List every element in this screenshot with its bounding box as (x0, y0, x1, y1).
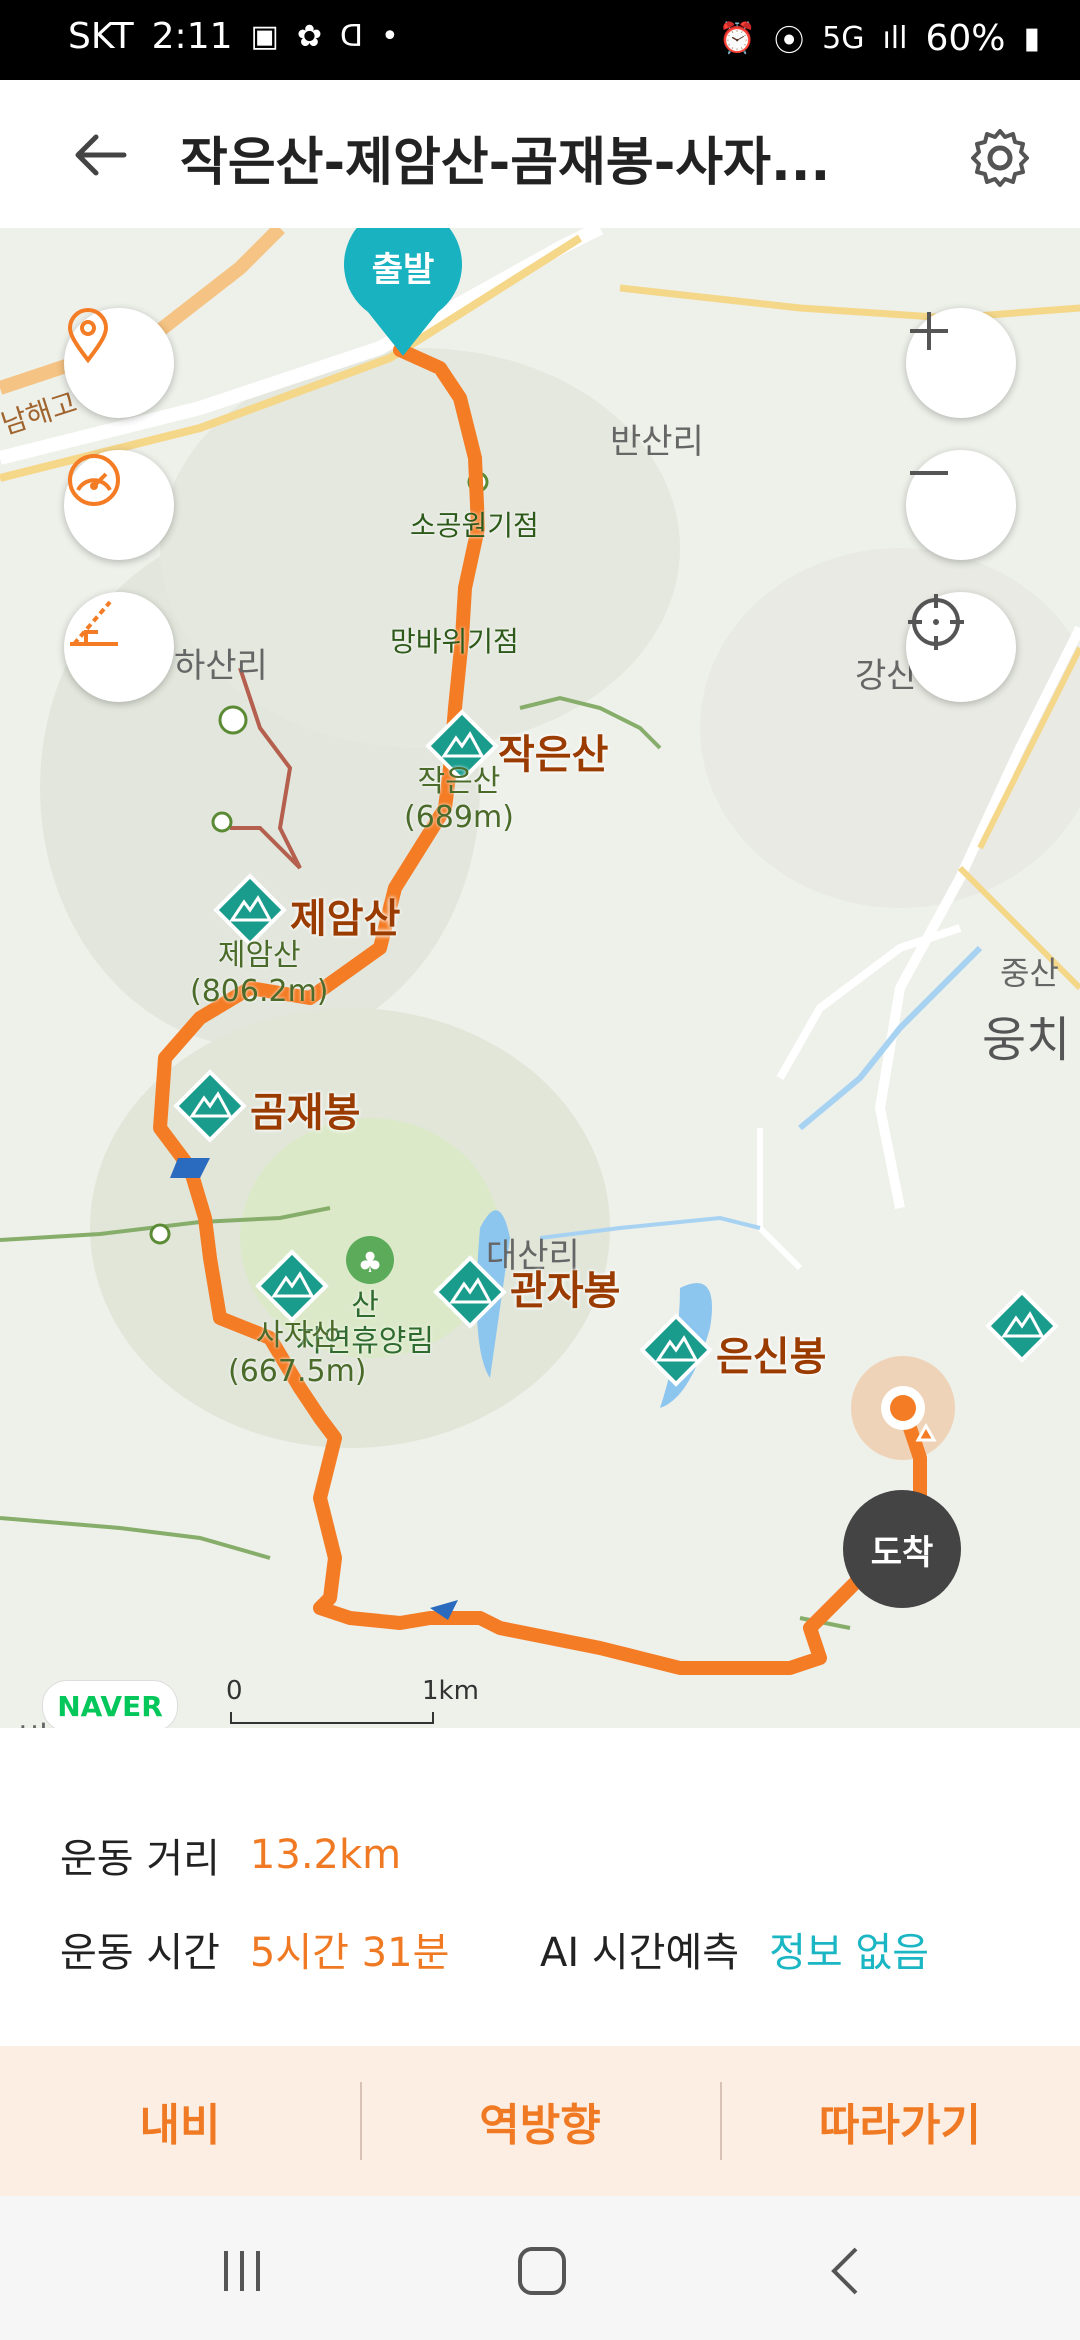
mountain-icon (639, 1313, 713, 1387)
navi-button[interactable]: 내비 (0, 2046, 360, 2196)
zoom-out-button[interactable] (906, 450, 1016, 560)
time-label: 운동 시간 (60, 1930, 220, 1976)
start-pin[interactable]: 출발 (344, 228, 462, 356)
place-label-hasanri: 하산리 (174, 646, 268, 686)
peak-label-eunsinbong: 은신봉 (716, 1334, 827, 1380)
ai-estimate-value: 정보 없음 (769, 1930, 929, 1976)
mountain-icon (433, 1255, 507, 1329)
battery-percent: 60% (925, 17, 1006, 59)
page-title: 작은산-제암산-곰재봉-사자... (180, 133, 831, 193)
reverse-button[interactable]: 역방향 (360, 2046, 720, 2196)
location-icon: ⦿ (774, 24, 805, 59)
peak-sub-jageunsan: 작은산 (689m) (404, 764, 514, 835)
gear-icon (971, 129, 1029, 187)
system-back-button[interactable] (786, 2226, 906, 2316)
time-value: 5시간 31분 (249, 1930, 450, 1976)
home-icon (518, 2247, 566, 2295)
battery-icon: ▮ (1023, 20, 1040, 56)
end-bubble[interactable]: 도착 (843, 1490, 961, 1608)
svg-text:♣: ♣ (357, 1246, 382, 1279)
mountain-icon (255, 1249, 329, 1323)
image-icon: ▣ (250, 19, 279, 54)
crosshair-icon (908, 594, 964, 650)
location-pin-icon (67, 308, 109, 364)
speedometer-icon (68, 454, 120, 506)
distance-value: 13.2km (249, 1832, 402, 1878)
waypoint-label-mangbawi: 망바위기점 (390, 625, 519, 658)
recent-apps-icon (224, 2251, 260, 2291)
distance-row: 운동 거리 13.2km (60, 1826, 401, 1884)
recent-apps-button[interactable] (182, 2226, 302, 2316)
d-app-icon: ᗡ (340, 19, 364, 54)
chevron-left-icon (831, 2247, 858, 2295)
back-arrow-icon (75, 134, 127, 176)
locate-me-button[interactable] (906, 592, 1016, 702)
mountain-icon (173, 1069, 247, 1143)
clock-label: 2:11 (151, 16, 233, 57)
peak-label-jageunsan: 작은산 (498, 732, 609, 778)
start-pin-label: 출발 (371, 250, 435, 290)
alarm-icon: ⏰ (718, 20, 757, 56)
time-row: 운동 시간 5시간 31분 (60, 1920, 449, 1978)
dot-icon: • (381, 19, 399, 54)
app-header: 작은산-제암산-곰재봉-사자... (0, 80, 1080, 229)
waypoint-label-sogong: 소공원기점 (410, 509, 539, 542)
status-bar: SKT 2:11 ▣ ✿ ᗡ • ⏰ ⦿ 5G ıll 60% ▮ (0, 0, 1080, 80)
elevation-profile-button[interactable] (64, 592, 174, 702)
my-location-pin-button[interactable] (64, 308, 174, 418)
scale-start-label: 0 (226, 1676, 243, 1706)
home-button[interactable] (482, 2226, 602, 2316)
system-nav-bar (0, 2196, 1080, 2340)
peak-label-gomjaebong: 곰재봉 (250, 1090, 361, 1136)
map-scale-bar: 0 1km (226, 1676, 479, 1726)
plus-icon (910, 312, 948, 350)
settings-button[interactable] (960, 118, 1040, 198)
carrier-label: SKT (68, 16, 134, 57)
minus-icon (910, 471, 948, 475)
distance-label: 운동 거리 (60, 1836, 220, 1882)
scale-line (230, 1712, 434, 1724)
peak-label-jeamsan: 제암산 (290, 896, 401, 942)
naver-logo: NAVER (42, 1680, 178, 1728)
elevation-icon (70, 600, 118, 646)
zoom-in-button[interactable] (906, 308, 1016, 418)
mountain-icon (213, 873, 287, 947)
place-label-ungchi: 웅치 (982, 1012, 1071, 1068)
ai-estimate-row: AI 시간예측 정보 없음 (540, 1920, 929, 1978)
mountain-icon (985, 1289, 1059, 1363)
follow-button[interactable]: 따라가기 (720, 2046, 1080, 2196)
ai-estimate-label: AI 시간예측 (540, 1930, 740, 1976)
signal-icon: ıll (882, 20, 908, 56)
place-label-bansanri: 반산리 (610, 422, 704, 462)
place-label-jungsan: 중산 (1000, 954, 1059, 992)
peak-sub-sajasan: 사자산 (667.5m) (228, 1318, 367, 1389)
shoe-icon: ✿ (296, 19, 322, 54)
map-view[interactable]: ♣ 반산리 하산리 강산 중산 웅치 대산리 비동리 남해고 산 자연휴양림 소… (0, 228, 1080, 1728)
workout-info-panel: 운동 거리 13.2km 운동 시간 5시간 31분 AI 시간예측 정보 없음 (0, 1728, 1080, 2044)
peak-label-gwanjabong: 관자봉 (510, 1268, 621, 1314)
speedometer-button[interactable] (64, 450, 174, 560)
5g-icon: 5G (822, 20, 865, 56)
scale-end-label: 1km (422, 1676, 479, 1706)
action-bar: 내비 역방향 따라가기 (0, 2046, 1080, 2196)
peak-sub-jeamsan: 제암산 (806.2m) (190, 938, 329, 1009)
back-button[interactable] (60, 120, 140, 190)
